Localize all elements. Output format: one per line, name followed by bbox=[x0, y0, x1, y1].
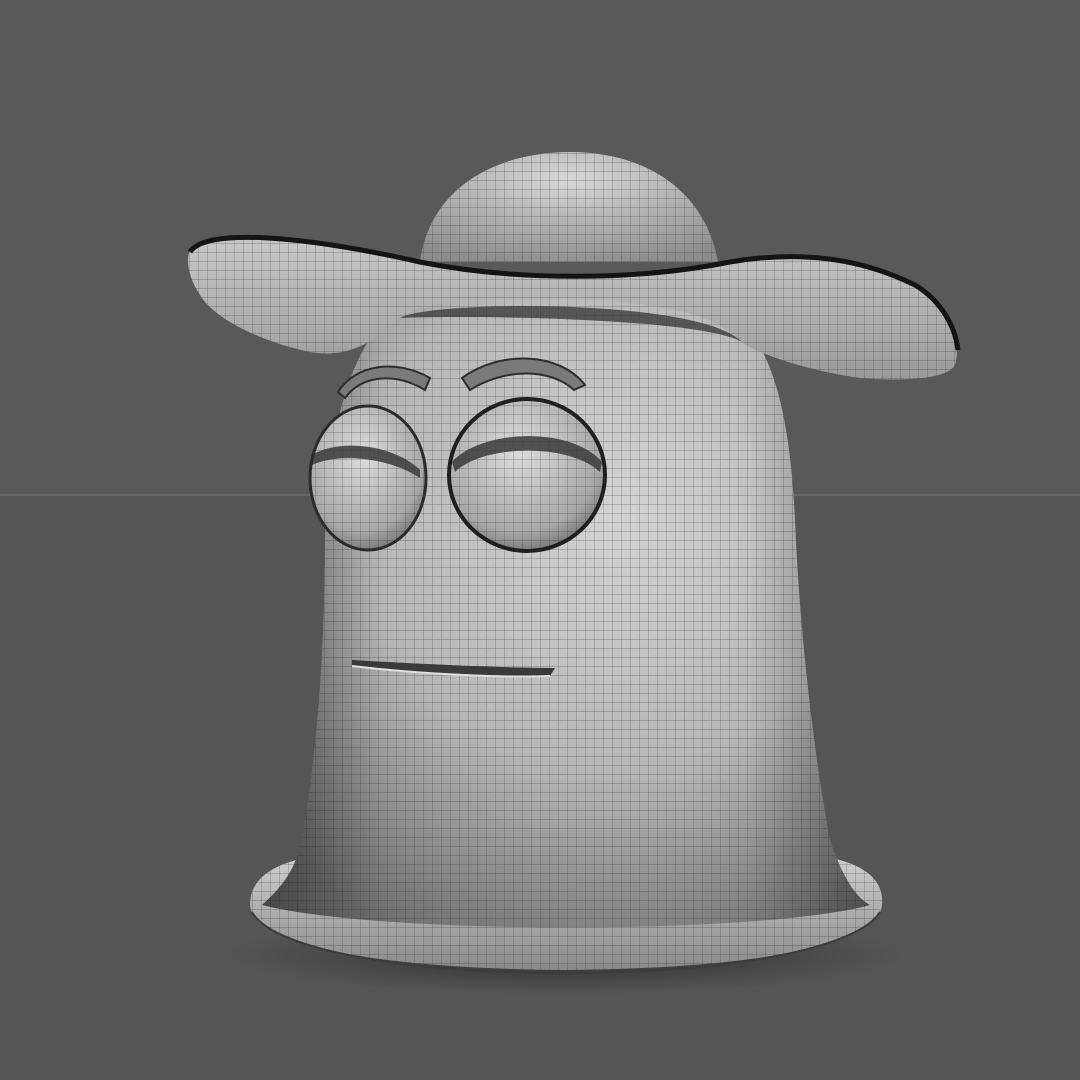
render-viewport bbox=[0, 0, 1080, 1080]
eyeball-right-icon bbox=[447, 397, 607, 553]
wireframe-render bbox=[0, 0, 1080, 1080]
eyeball-left-icon bbox=[308, 404, 428, 552]
